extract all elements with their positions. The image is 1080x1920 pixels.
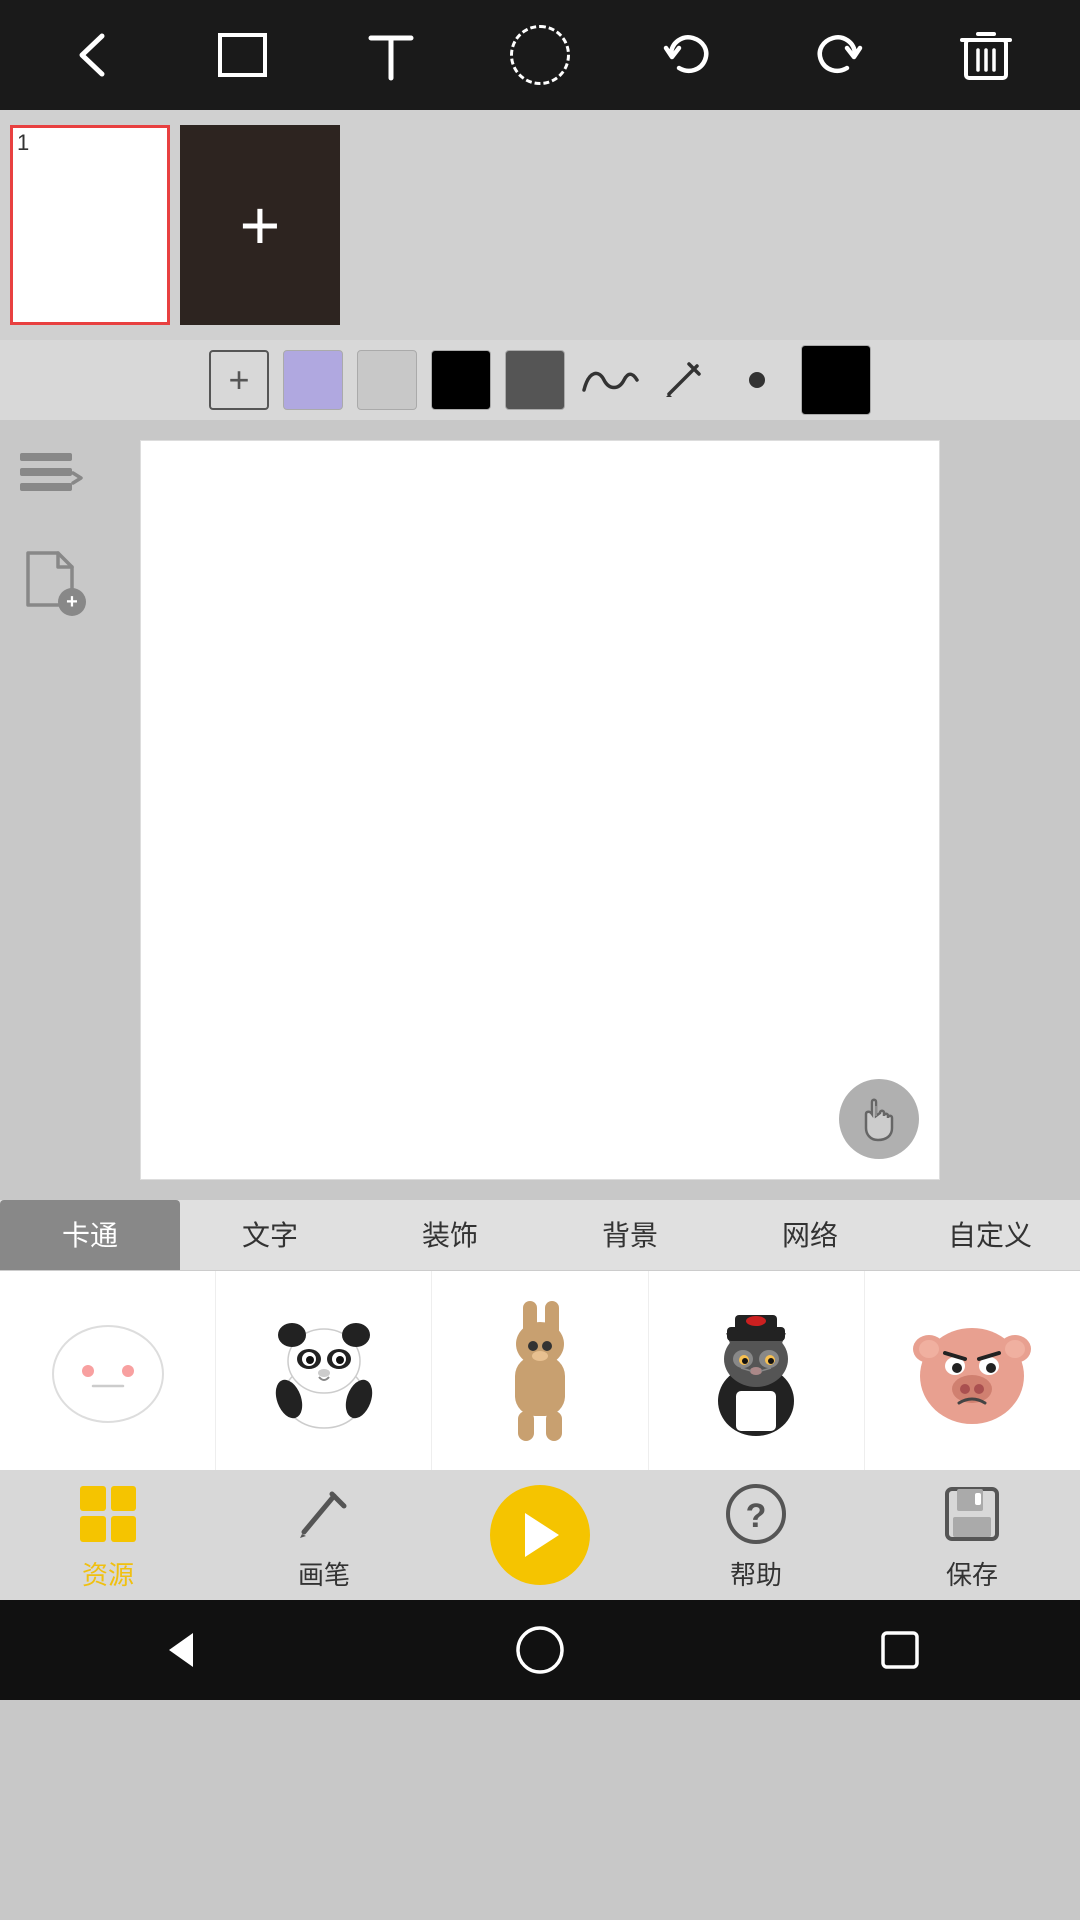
add-page-badge: +: [58, 588, 86, 616]
ellipse-tool-button[interactable]: [500, 15, 580, 95]
layers-button[interactable]: [10, 440, 90, 520]
color-tool-bar: +: [0, 340, 1080, 420]
resources-label: 资源: [82, 1555, 134, 1592]
system-nav: [0, 1600, 1080, 1700]
add-slide-button[interactable]: +: [180, 125, 340, 325]
play-button[interactable]: [490, 1485, 590, 1585]
bottom-tabs: 卡通 文字 装饰 背景 网络 自定义: [0, 1200, 1080, 1270]
canvas-left-tools: +: [10, 440, 90, 620]
sticker-panel: [0, 1270, 1080, 1470]
tab-decoration-label: 装饰: [422, 1214, 478, 1254]
sticker-cat-captain[interactable]: [649, 1271, 865, 1470]
tab-network[interactable]: 网络: [720, 1200, 900, 1270]
sticker-panda[interactable]: [216, 1271, 432, 1470]
tab-custom[interactable]: 自定义: [900, 1200, 1080, 1270]
undo-button[interactable]: [649, 15, 729, 95]
add-slide-icon: +: [240, 190, 281, 260]
resources-icon: [73, 1479, 143, 1549]
color-swatch-purple[interactable]: [283, 350, 343, 410]
slide-1-thumb[interactable]: 1: [10, 125, 170, 325]
canvas-area: +: [0, 420, 1080, 1200]
color-swatch-black[interactable]: [431, 350, 491, 410]
tab-custom-label: 自定义: [948, 1214, 1032, 1254]
system-back-button[interactable]: [140, 1610, 220, 1690]
hand-tool-button[interactable]: [839, 1079, 919, 1159]
back-button[interactable]: [54, 15, 134, 95]
delete-button[interactable]: [946, 15, 1026, 95]
wavy-line-tool[interactable]: [579, 350, 639, 410]
tab-decoration[interactable]: 装饰: [360, 1200, 540, 1270]
color-swatch-gray[interactable]: [357, 350, 417, 410]
tab-text[interactable]: 文字: [180, 1200, 360, 1270]
slide-number: 1: [17, 130, 29, 156]
sticker-angry-pig[interactable]: [865, 1271, 1080, 1470]
nav-play[interactable]: [460, 1485, 620, 1585]
add-page-button[interactable]: +: [10, 540, 90, 620]
help-label: 帮助: [730, 1555, 782, 1592]
system-recents-button[interactable]: [860, 1610, 940, 1690]
tab-text-label: 文字: [242, 1214, 298, 1254]
rect-tool-button[interactable]: [203, 15, 283, 95]
brush-label: 画笔: [298, 1555, 350, 1592]
active-color-swatch[interactable]: [801, 345, 871, 415]
add-color-icon: +: [228, 359, 249, 401]
sticker-round-face[interactable]: [0, 1271, 216, 1470]
svg-text:?: ?: [746, 1497, 767, 1535]
save-icon: [937, 1479, 1007, 1549]
tab-cartoon[interactable]: 卡通: [0, 1200, 180, 1270]
text-tool-button[interactable]: [351, 15, 431, 95]
redo-button[interactable]: [797, 15, 877, 95]
sticker-rabbit[interactable]: [432, 1271, 648, 1470]
bottom-nav: 资源 画笔 ? 帮助: [0, 1470, 1080, 1600]
color-swatch-darkgray[interactable]: [505, 350, 565, 410]
nav-brush[interactable]: 画笔: [244, 1479, 404, 1592]
top-toolbar: [0, 0, 1080, 110]
nav-save[interactable]: 保存: [892, 1479, 1052, 1592]
nav-resources[interactable]: 资源: [28, 1479, 188, 1592]
system-home-button[interactable]: [500, 1610, 580, 1690]
pen-tool[interactable]: [653, 350, 713, 410]
slide-strip: 1 +: [0, 110, 1080, 340]
save-label: 保存: [946, 1555, 998, 1592]
tab-cartoon-label: 卡通: [62, 1214, 118, 1254]
drawing-canvas[interactable]: [140, 440, 940, 1180]
add-color-button[interactable]: +: [209, 350, 269, 410]
brush-icon: [289, 1479, 359, 1549]
nav-help[interactable]: ? 帮助: [676, 1479, 836, 1592]
tab-background-label: 背景: [602, 1214, 658, 1254]
help-icon: ?: [721, 1479, 791, 1549]
tab-network-label: 网络: [782, 1214, 838, 1254]
dot-tool[interactable]: [727, 350, 787, 410]
tab-background[interactable]: 背景: [540, 1200, 720, 1270]
